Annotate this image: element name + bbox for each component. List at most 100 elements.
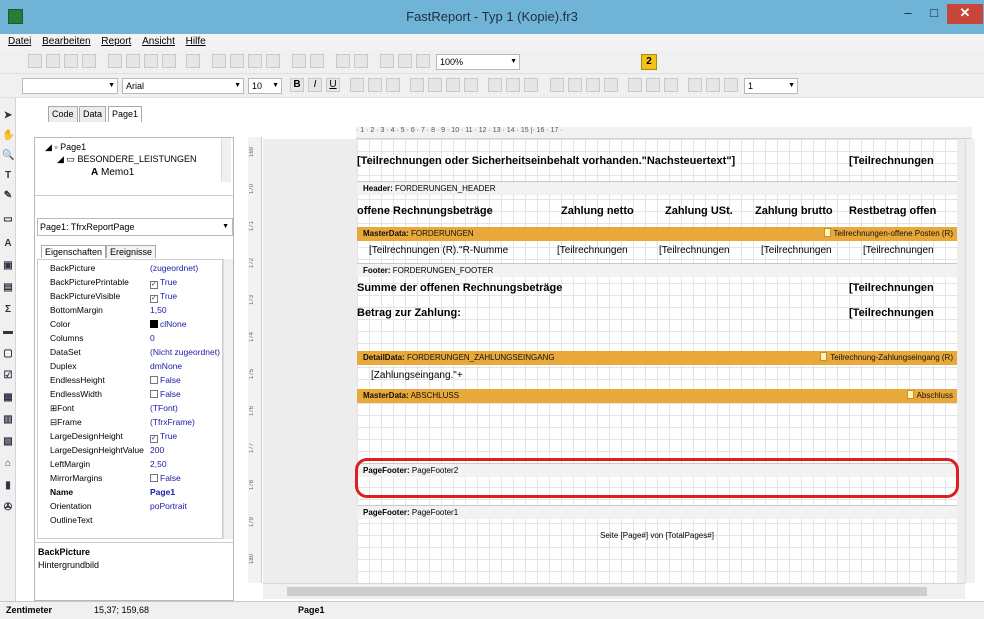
property-row[interactable]: LargeDesignHeightValue 200 bbox=[38, 444, 222, 456]
paste-icon[interactable] bbox=[248, 54, 262, 68]
property-row[interactable]: Color clNone bbox=[38, 318, 222, 330]
frame-top-icon[interactable] bbox=[550, 78, 564, 92]
property-row[interactable]: Columns 0 bbox=[38, 332, 222, 344]
master-cell-5[interactable]: [Teilrechnungen bbox=[863, 245, 955, 256]
select-arrow-icon[interactable]: ➤ bbox=[2, 110, 14, 122]
property-value[interactable]: False bbox=[150, 388, 222, 400]
property-value[interactable]: ✓ True bbox=[150, 290, 222, 303]
header-col-ust[interactable]: Zahlung USt. bbox=[665, 205, 753, 217]
page-settings-icon[interactable] bbox=[186, 54, 200, 68]
property-row[interactable]: ⊞Font (TFont) bbox=[38, 402, 222, 414]
tab-code[interactable]: Code bbox=[48, 106, 78, 122]
property-row[interactable]: Name Page1 bbox=[38, 486, 222, 498]
align-grid-icon[interactable] bbox=[398, 54, 412, 68]
new-report-icon[interactable] bbox=[108, 54, 122, 68]
checkbox-checked-icon[interactable]: ✓ bbox=[150, 435, 158, 443]
align-left-icon[interactable] bbox=[410, 78, 424, 92]
property-row[interactable]: BackPicturePrintable ✓ True bbox=[38, 276, 222, 289]
property-value[interactable]: False bbox=[150, 472, 222, 484]
redo-icon[interactable] bbox=[310, 54, 324, 68]
format-copy-icon[interactable]: ✎ bbox=[2, 190, 14, 202]
master-cell-1[interactable]: [Teilrechnungen (R)."R-Numme bbox=[369, 245, 547, 256]
align-justify-icon[interactable] bbox=[464, 78, 478, 92]
property-row[interactable]: Duplex dmNone bbox=[38, 360, 222, 372]
band-masterdata-forderungen[interactable]: MasterData: FORDERUNGEN Teilrechnungen-of… bbox=[357, 227, 957, 241]
sum-icon[interactable]: Σ bbox=[2, 304, 14, 316]
help-icon[interactable]: 2 bbox=[641, 54, 657, 70]
frame-left-icon[interactable] bbox=[586, 78, 600, 92]
detail-memo-zahlungseingang[interactable]: [Zahlungseingang."+ bbox=[371, 370, 571, 381]
property-value[interactable]: (zugeordnet) bbox=[150, 262, 222, 274]
master-cell-3[interactable]: [Teilrechnungen bbox=[659, 245, 755, 256]
text-tool-icon[interactable]: T bbox=[2, 170, 14, 182]
barcode-icon[interactable]: ▧ bbox=[2, 436, 14, 448]
tab-data[interactable]: Data bbox=[79, 106, 107, 122]
show-grid-icon[interactable] bbox=[380, 54, 394, 68]
maximize-button[interactable]: □ bbox=[921, 4, 947, 24]
band-pagefooter1[interactable]: PageFooter: PageFooter1 bbox=[357, 505, 957, 519]
map-icon[interactable]: ⌂ bbox=[2, 458, 14, 470]
frame-color-icon[interactable] bbox=[706, 78, 720, 92]
frame-bottom-icon[interactable] bbox=[568, 78, 582, 92]
canvas-vertical-scrollbar[interactable] bbox=[965, 139, 975, 583]
checkbox-checked-icon[interactable]: ✓ bbox=[150, 281, 158, 289]
style-select[interactable]: ▼ bbox=[22, 78, 118, 94]
master-cell-4[interactable]: [Teilrechnungen bbox=[761, 245, 851, 256]
memo-icon[interactable]: A bbox=[2, 238, 14, 250]
valign-top-icon[interactable] bbox=[488, 78, 502, 92]
property-row[interactable]: BottomMargin 1,50 bbox=[38, 304, 222, 316]
tree-item-band[interactable]: ◢ ▭ BESONDERE_LEISTUNGEN bbox=[57, 154, 196, 165]
property-scrollbar[interactable] bbox=[223, 259, 233, 539]
checkbox-unchecked-icon[interactable] bbox=[150, 376, 158, 384]
property-value[interactable]: 200 bbox=[150, 444, 222, 456]
menu-hilfe[interactable]: Hilfe bbox=[186, 34, 206, 50]
copy-icon[interactable] bbox=[230, 54, 244, 68]
design-canvas[interactable]: [Teilrechnungen oder Sicherheitseinbehal… bbox=[263, 139, 965, 583]
line-icon[interactable]: ▬ bbox=[2, 326, 14, 338]
band-masterdata-abschluss[interactable]: MasterData: ABSCHLUSS Abschluss bbox=[357, 389, 957, 403]
undo-icon[interactable] bbox=[292, 54, 306, 68]
master-cell-2[interactable]: [Teilrechnungen bbox=[557, 245, 653, 256]
group-icon[interactable] bbox=[336, 54, 350, 68]
footer-zahlung-value[interactable]: [Teilrechnungen bbox=[849, 307, 955, 319]
fill-color-icon[interactable] bbox=[688, 78, 702, 92]
menu-report[interactable]: Report bbox=[101, 34, 131, 50]
property-row[interactable]: BackPicture (zugeordnet) bbox=[38, 262, 222, 274]
property-value[interactable]: False bbox=[150, 374, 222, 386]
tab-page1[interactable]: Page1 bbox=[108, 106, 143, 122]
footer-summe-value[interactable]: [Teilrechnungen bbox=[849, 282, 955, 294]
frame-width-select[interactable]: 1 ▼ bbox=[744, 78, 798, 94]
close-button[interactable]: ✕ bbox=[947, 4, 983, 24]
menu-datei[interactable]: Datei bbox=[8, 34, 31, 50]
property-row[interactable]: Orientation poPortrait bbox=[38, 500, 222, 512]
property-value[interactable]: (TFont) bbox=[150, 402, 222, 414]
property-value[interactable]: ✓ True bbox=[150, 276, 222, 289]
property-value[interactable]: 0 bbox=[150, 332, 222, 344]
format-painter-icon[interactable] bbox=[266, 54, 280, 68]
font-color-icon[interactable] bbox=[350, 78, 364, 92]
property-row[interactable]: BackPictureVisible ✓ True bbox=[38, 290, 222, 303]
property-value[interactable]: (Nicht zugeordnet) bbox=[150, 346, 222, 358]
hand-icon[interactable]: ✋ bbox=[2, 130, 14, 142]
property-row[interactable]: LargeDesignHeight ✓ True bbox=[38, 430, 222, 443]
scroll-thumb[interactable] bbox=[287, 587, 927, 596]
preview-icon[interactable] bbox=[82, 54, 96, 68]
gauge-icon[interactable]: ✇ bbox=[2, 502, 14, 514]
picture-icon[interactable]: ▣ bbox=[2, 260, 14, 272]
checkbox-unchecked-icon[interactable] bbox=[150, 474, 158, 482]
footer-zahlung-label[interactable]: Betrag zur Zahlung: bbox=[357, 307, 657, 319]
italic-button[interactable]: I bbox=[308, 78, 322, 92]
tree-item-memo[interactable]: A Memo1 bbox=[91, 167, 134, 178]
property-row[interactable]: OutlineText bbox=[38, 514, 222, 526]
menu-bearbeiten[interactable]: Bearbeiten bbox=[42, 34, 90, 50]
footer-summe-label[interactable]: Summe der offenen Rechnungsbeträge bbox=[357, 282, 657, 294]
tab-properties[interactable]: Eigenschaften bbox=[41, 245, 107, 258]
tree-scrollbar[interactable] bbox=[221, 138, 231, 182]
header-col-offene[interactable]: offene Rechnungsbeträge bbox=[357, 205, 547, 217]
property-row[interactable]: EndlessWidth False bbox=[38, 388, 222, 400]
minimize-button[interactable]: – bbox=[895, 4, 921, 24]
underline-button[interactable]: U bbox=[326, 78, 340, 92]
frame-all-icon[interactable] bbox=[628, 78, 642, 92]
font-select[interactable]: Arial ▼ bbox=[122, 78, 244, 94]
property-value[interactable]: dmNone bbox=[150, 360, 222, 372]
